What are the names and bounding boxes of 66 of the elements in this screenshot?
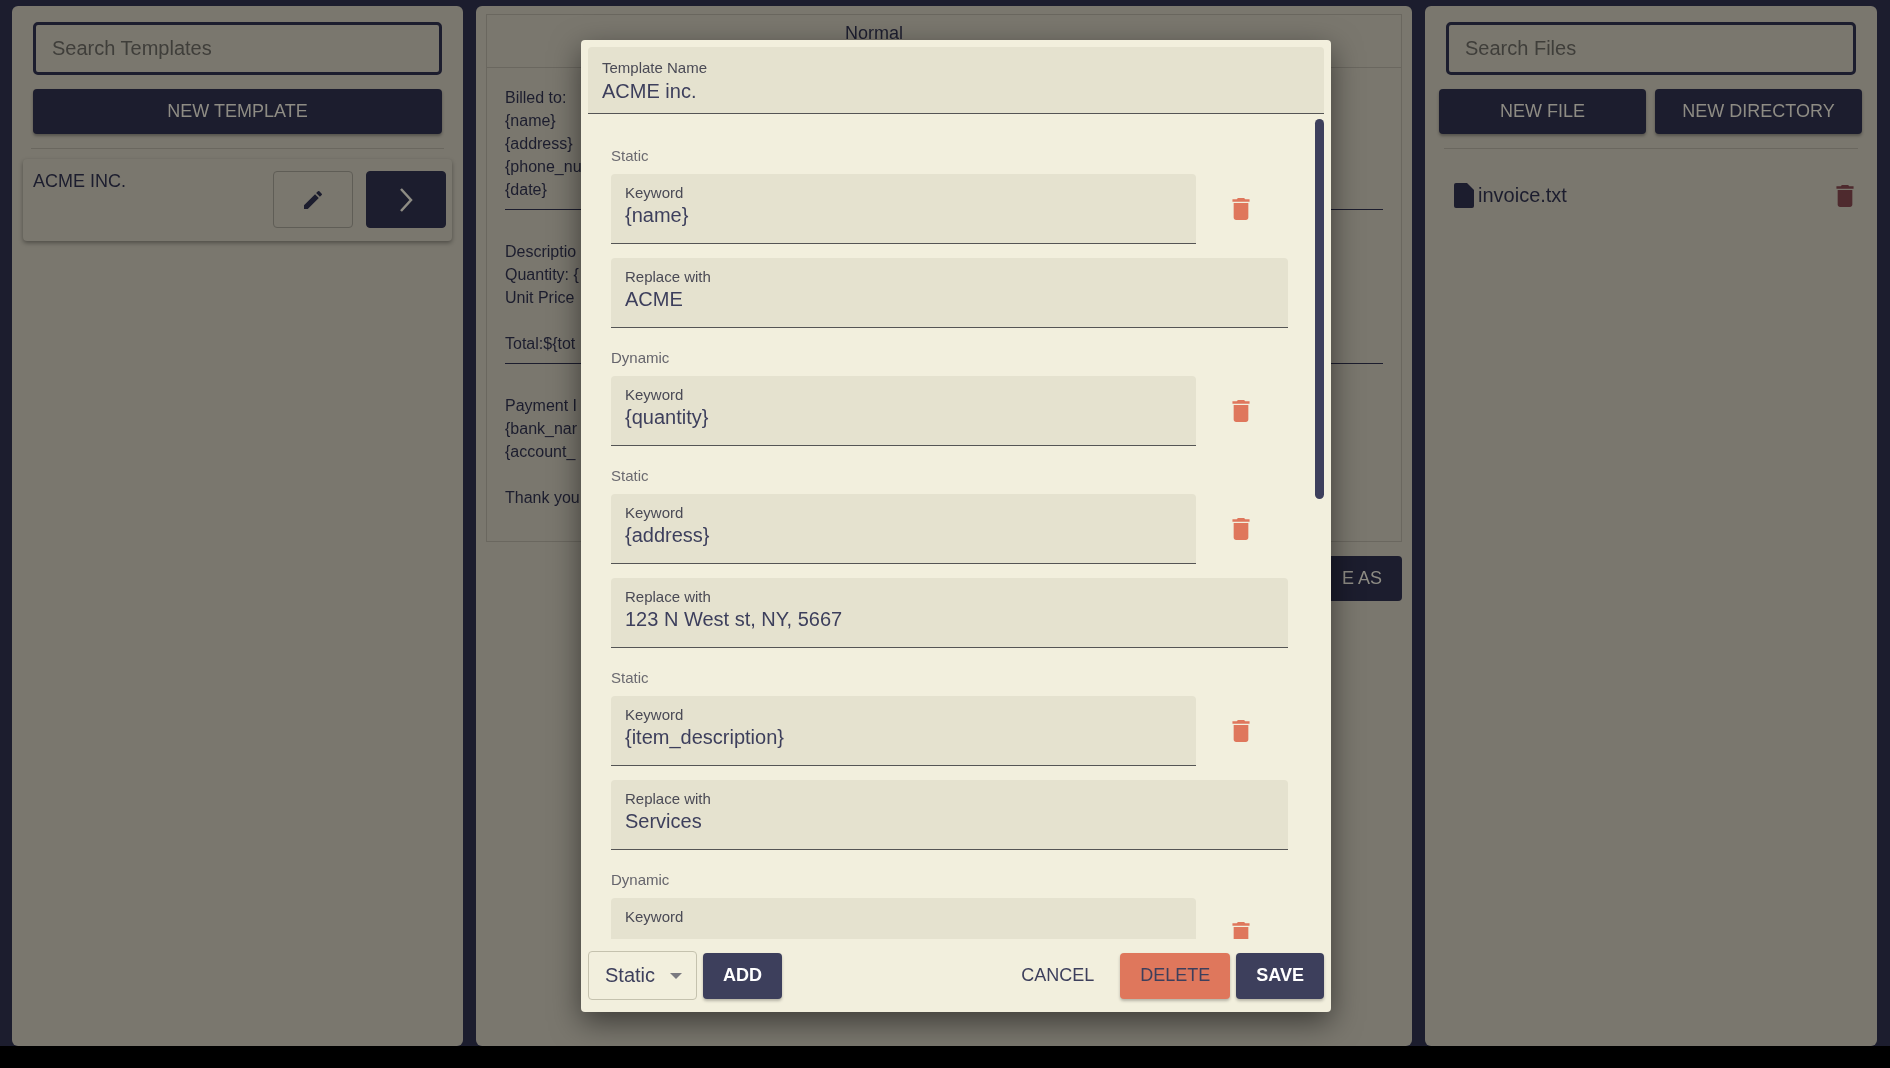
delete-icon[interactable] [1232, 720, 1250, 742]
document-line: Total:${tot [505, 334, 576, 354]
edit-button[interactable] [273, 171, 353, 228]
new-template-button[interactable]: NEW TEMPLATE [33, 89, 442, 134]
document-line: {account_ [505, 442, 576, 462]
field-value: {address} [625, 524, 711, 547]
field-label: Keyword [625, 504, 685, 521]
rule-type-label: Dynamic [611, 871, 671, 888]
document-line: Payment I [505, 396, 578, 416]
field-value: ACME [625, 288, 684, 311]
action-button[interactable]: NEW DIRECTORY [1655, 89, 1862, 134]
keyword-field[interactable]: Keyword [611, 898, 1196, 939]
template-name: ACME INC. [33, 171, 126, 192]
rule-type-label: Dynamic [611, 349, 671, 366]
document-line: {date} [505, 180, 547, 200]
field-label: Replace with [625, 790, 712, 807]
document-line: Descriptio [505, 242, 577, 262]
trash-icon[interactable] [1836, 184, 1854, 207]
template-name-field[interactable]: Template Name ACME inc. [588, 47, 1324, 114]
document-line: {bank_nar [505, 419, 578, 439]
field-label: Replace with [625, 588, 712, 605]
field-value: {name} [625, 204, 690, 227]
file-name[interactable]: invoice.txt [1478, 184, 1567, 207]
keyword-field[interactable]: Keyword {item_description} [611, 696, 1196, 766]
field-label: Replace with [625, 268, 712, 285]
document-line: Quantity: { [505, 265, 579, 285]
field-label: Keyword [625, 386, 685, 403]
replace-field[interactable]: Replace with ACME [611, 258, 1288, 328]
document-line: Unit Price [505, 288, 575, 308]
document-line: {name} [505, 111, 556, 131]
keyword-field[interactable]: Keyword {name} [611, 174, 1196, 244]
keyword-field[interactable]: Keyword {address} [611, 494, 1196, 564]
cancel-button[interactable]: CANCEL [1001, 952, 1115, 999]
replace-field[interactable]: Replace with 123 N West st, NY, 5667 [611, 578, 1288, 648]
document-line: Thank you [505, 488, 580, 508]
field-value: {item_description} [625, 726, 785, 749]
file-icon [1454, 183, 1474, 208]
add-button[interactable]: ADD [703, 952, 782, 999]
replace-field[interactable]: Replace with Services [611, 780, 1288, 850]
field-label: Keyword [625, 908, 685, 925]
action-button[interactable]: NEW FILE [1439, 89, 1646, 134]
field-label: Keyword [625, 184, 685, 201]
rule-type-label: Static [611, 147, 650, 164]
field-value: Services [625, 810, 703, 833]
field-label: Template Name [602, 59, 709, 76]
delete-icon[interactable] [1232, 198, 1250, 220]
field-label: Keyword [625, 706, 685, 723]
search-field[interactable]: Search Templates [33, 22, 442, 75]
document-line: Billed to: [505, 88, 567, 108]
document-line: {address} [505, 134, 573, 154]
search-field[interactable]: Search Files [1446, 22, 1856, 75]
save-button[interactable]: SAVE [1236, 952, 1324, 999]
open-button[interactable] [366, 171, 446, 228]
delete-icon[interactable] [1232, 400, 1250, 422]
rule-type-label: Static [611, 467, 650, 484]
document-line: {phone_nu [505, 157, 582, 177]
field-value: {quantity} [625, 406, 710, 429]
field-value: ACME inc. [602, 80, 698, 103]
field-value: 123 N West st, NY, 5667 [625, 608, 844, 631]
type-select[interactable]: Static [588, 951, 697, 1000]
rule-type-label: Static [611, 669, 650, 686]
keyword-field[interactable]: Keyword {quantity} [611, 376, 1196, 446]
caret-icon [670, 972, 682, 979]
delete-icon[interactable] [1232, 518, 1250, 540]
scrollbar[interactable] [1315, 119, 1324, 499]
delete-icon[interactable] [1232, 922, 1250, 939]
